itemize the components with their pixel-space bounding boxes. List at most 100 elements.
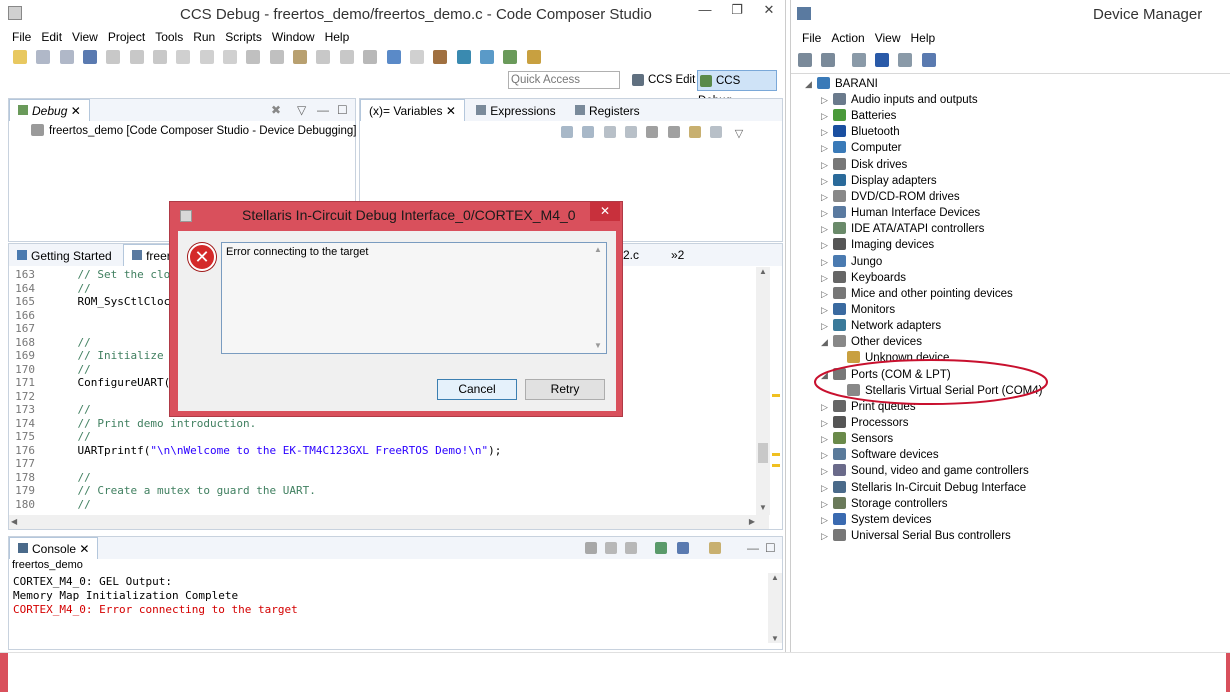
editor-vertical-scrollbar[interactable]: ▲ ▼ [756, 267, 770, 515]
device-category[interactable]: ▷ Human Interface Devices [821, 205, 980, 221]
dm-menu-file[interactable]: File [797, 28, 826, 48]
tab-variables[interactable]: (x)= Variables ✕ [360, 99, 465, 121]
restart-icon[interactable] [269, 50, 284, 64]
minimize-view-icon[interactable]: — [317, 99, 329, 121]
connect-icon[interactable] [293, 50, 308, 64]
menu-window[interactable]: Window [267, 27, 320, 47]
more-tabs-chevron[interactable]: »2 [671, 244, 684, 266]
device-category[interactable]: ▷ Software devices [821, 447, 939, 463]
expand-arrow-icon[interactable]: ▷ [821, 415, 833, 431]
expand-arrow-icon[interactable]: ▷ [821, 431, 833, 447]
expand-arrow-icon[interactable]: ▷ [821, 108, 833, 124]
console-scroll-down[interactable]: ▼ [768, 634, 782, 643]
tab-expressions[interactable]: Expressions [468, 100, 563, 122]
cancel-button[interactable]: Cancel [437, 379, 517, 400]
console-scroll-up[interactable]: ▲ [768, 573, 782, 582]
debug-session-item[interactable]: freertos_demo [Code Composer Studio - De… [31, 123, 356, 139]
menu-view[interactable]: View [67, 27, 103, 47]
save-all-icon[interactable] [59, 50, 74, 64]
variables-menu-icon[interactable]: ▽ [735, 128, 743, 140]
expand-arrow-icon[interactable]: ▷ [821, 270, 833, 286]
perspective-ccs-debug[interactable]: CCS Debug [697, 70, 777, 107]
remove-terminated-icon[interactable]: ✖ [271, 99, 281, 121]
device-category[interactable]: ▷ Processors [821, 415, 909, 431]
show-type-icon[interactable] [582, 126, 595, 138]
device-category[interactable]: ▷ Bluetooth [821, 124, 900, 140]
load-icon[interactable] [339, 50, 354, 64]
ccs-close-button[interactable]: ✕ [754, 0, 784, 20]
reset-icon[interactable] [246, 50, 261, 64]
expand-arrow-icon[interactable]: ▷ [821, 254, 833, 270]
code-line[interactable]: 177 [9, 457, 769, 471]
code-line[interactable]: 179 // Create a mutex to guard the UART. [9, 484, 769, 498]
code-line[interactable]: 178 // [9, 471, 769, 485]
device-category[interactable]: ▷ Imaging devices [821, 237, 934, 253]
menu-run[interactable]: Run [188, 27, 220, 47]
dm-menu-help[interactable]: Help [906, 28, 941, 48]
tools-icon[interactable] [526, 50, 541, 64]
step-over-icon[interactable] [199, 50, 214, 64]
save-icon[interactable] [36, 50, 51, 64]
menu-help[interactable]: Help [320, 27, 355, 47]
properties-icon[interactable] [851, 53, 866, 67]
collapse-arrow-icon[interactable]: ◢ [821, 334, 833, 350]
tab-other-c[interactable]: 2.c [623, 244, 639, 266]
bug-icon[interactable] [503, 50, 518, 64]
expand-arrow-icon[interactable]: ▷ [821, 173, 833, 189]
code-line[interactable]: 176 UARTprintf("\n\nWelcome to the EK-TM… [9, 444, 769, 458]
device-category[interactable]: ▷ Stellaris In-Circuit Debug Interface [821, 480, 1026, 496]
expand-arrow-icon[interactable]: ▷ [821, 512, 833, 528]
back-arrow-icon[interactable] [798, 53, 812, 67]
console-scrollbar[interactable]: ▲ ▼ [768, 573, 782, 643]
menu-tools[interactable]: Tools [150, 27, 188, 47]
quick-access-input[interactable]: Quick Access [508, 71, 620, 89]
ruler-mark-2[interactable] [772, 453, 780, 456]
device-category[interactable]: ▷ Network adapters [821, 318, 941, 334]
h-scroll-left[interactable]: ◀ [11, 515, 17, 529]
dialog-close-button[interactable]: ✕ [590, 202, 620, 221]
tab-debug[interactable]: Debug ✕ [9, 99, 90, 121]
device-category[interactable]: ▷ Mice and other pointing devices [821, 286, 1013, 302]
device-category[interactable]: ▷ Computer [821, 140, 902, 156]
menu-edit[interactable]: Edit [36, 27, 67, 47]
tab-registers[interactable]: Registers [567, 100, 648, 122]
new-view-icon[interactable] [689, 126, 702, 138]
menu-file[interactable]: File [7, 27, 36, 47]
target-icon[interactable] [479, 50, 494, 64]
expand-arrow-icon[interactable]: ▷ [821, 157, 833, 173]
pin-icon[interactable] [710, 126, 723, 138]
device-category[interactable]: ▷ Sound, video and game controllers [821, 463, 1029, 479]
device-category[interactable]: ▷ Storage controllers [821, 496, 948, 512]
dm-menu-action[interactable]: Action [826, 28, 869, 48]
expand-arrow-icon[interactable]: ▷ [821, 302, 833, 318]
device-category[interactable]: ◢ Other devices [821, 334, 922, 350]
copy-icon[interactable] [625, 126, 638, 138]
device-category[interactable]: ▷ Universal Serial Bus controllers [821, 528, 1011, 544]
build-icon[interactable] [433, 50, 448, 64]
expand-arrow-icon[interactable]: ▷ [821, 237, 833, 253]
console-output[interactable]: CORTEX_M4_0: GEL Output: Memory Map Initi… [13, 575, 763, 645]
menu-scripts[interactable]: Scripts [220, 27, 267, 47]
console-new-icon[interactable] [709, 542, 721, 554]
message-scroll-down[interactable]: ▼ [594, 341, 602, 350]
ruler-mark-1[interactable] [772, 394, 780, 397]
step-into-icon[interactable] [176, 50, 191, 64]
ruler-mark-3[interactable] [772, 464, 780, 467]
expand-arrow-icon[interactable]: ▷ [821, 124, 833, 140]
device-category[interactable]: ▷ Disk drives [821, 157, 907, 173]
breakpoint-icon[interactable] [316, 50, 331, 64]
view-menu-icon[interactable]: ▽ [297, 99, 306, 121]
device-category[interactable]: ▷ Display adapters [821, 173, 937, 189]
search-icon[interactable] [456, 50, 471, 64]
ccs-maximize-button[interactable]: ❐ [722, 0, 752, 20]
expand-arrow-icon[interactable]: ▷ [821, 463, 833, 479]
error-message-box[interactable]: Error connecting to the target ▲ ▼ [221, 242, 607, 354]
code-line[interactable]: 175 // [9, 430, 769, 444]
console-word-wrap-icon[interactable] [625, 542, 637, 554]
remove-icon[interactable] [646, 126, 659, 138]
terminal-icon[interactable] [83, 50, 98, 64]
device-category[interactable]: ▷ Sensors [821, 431, 893, 447]
code-line[interactable]: 174 // Print demo introduction. [9, 417, 769, 431]
device-category[interactable]: ▷ DVD/CD-ROM drives [821, 189, 960, 205]
h-scroll-right[interactable]: ▶ [749, 515, 755, 529]
